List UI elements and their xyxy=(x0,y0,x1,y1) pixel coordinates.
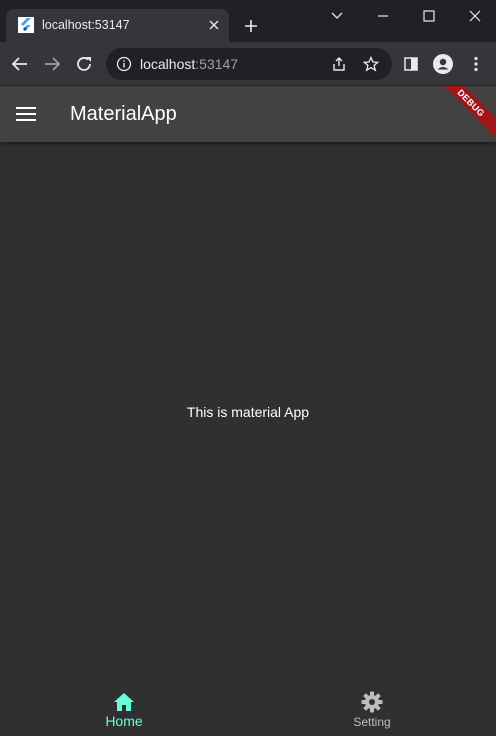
nav-item-home[interactable]: Home xyxy=(0,680,248,736)
tab-search-chevron-icon[interactable] xyxy=(325,5,349,27)
home-icon xyxy=(112,690,136,714)
url-text: localhost:53147 xyxy=(140,56,238,72)
browser-titlebar: localhost:53147 xyxy=(0,0,496,42)
nav-item-setting[interactable]: Setting xyxy=(248,680,496,736)
forward-icon[interactable] xyxy=(40,52,64,76)
menu-icon[interactable] xyxy=(14,102,38,126)
browser-tab[interactable]: localhost:53147 xyxy=(6,9,229,42)
minimize-icon[interactable] xyxy=(371,5,395,27)
browser-toolbar: localhost:53147 xyxy=(0,42,496,86)
url-port: :53147 xyxy=(195,56,239,72)
app-bar: MaterialApp DEBUG xyxy=(0,86,496,142)
body-text: This is material App xyxy=(186,404,310,420)
share-icon[interactable] xyxy=(330,55,348,73)
reload-icon[interactable] xyxy=(72,52,96,76)
back-icon[interactable] xyxy=(8,52,32,76)
star-icon[interactable] xyxy=(362,55,380,73)
close-window-icon[interactable] xyxy=(463,5,487,27)
url-host: localhost xyxy=(140,56,196,72)
debug-banner: DEBUG xyxy=(427,86,496,142)
side-panel-icon[interactable] xyxy=(399,52,423,76)
address-bar[interactable]: localhost:53147 xyxy=(106,48,392,80)
bottom-navigation-bar: Home Setting xyxy=(0,680,496,736)
nav-item-setting-label: Setting xyxy=(353,715,391,729)
browser-menu-icon[interactable] xyxy=(464,52,488,76)
app-body: This is material App xyxy=(0,142,496,680)
flutter-icon xyxy=(18,17,34,33)
nav-item-home-label: Home xyxy=(105,713,143,729)
maximize-icon[interactable] xyxy=(417,5,441,27)
settings-icon xyxy=(360,690,384,714)
tab-title: localhost:53147 xyxy=(42,18,130,32)
profile-avatar-icon[interactable] xyxy=(431,52,455,76)
site-info-icon[interactable] xyxy=(116,56,132,72)
tab-close-icon[interactable] xyxy=(205,16,223,34)
new-tab-icon[interactable] xyxy=(240,15,262,37)
app-title: MaterialApp xyxy=(70,103,177,125)
